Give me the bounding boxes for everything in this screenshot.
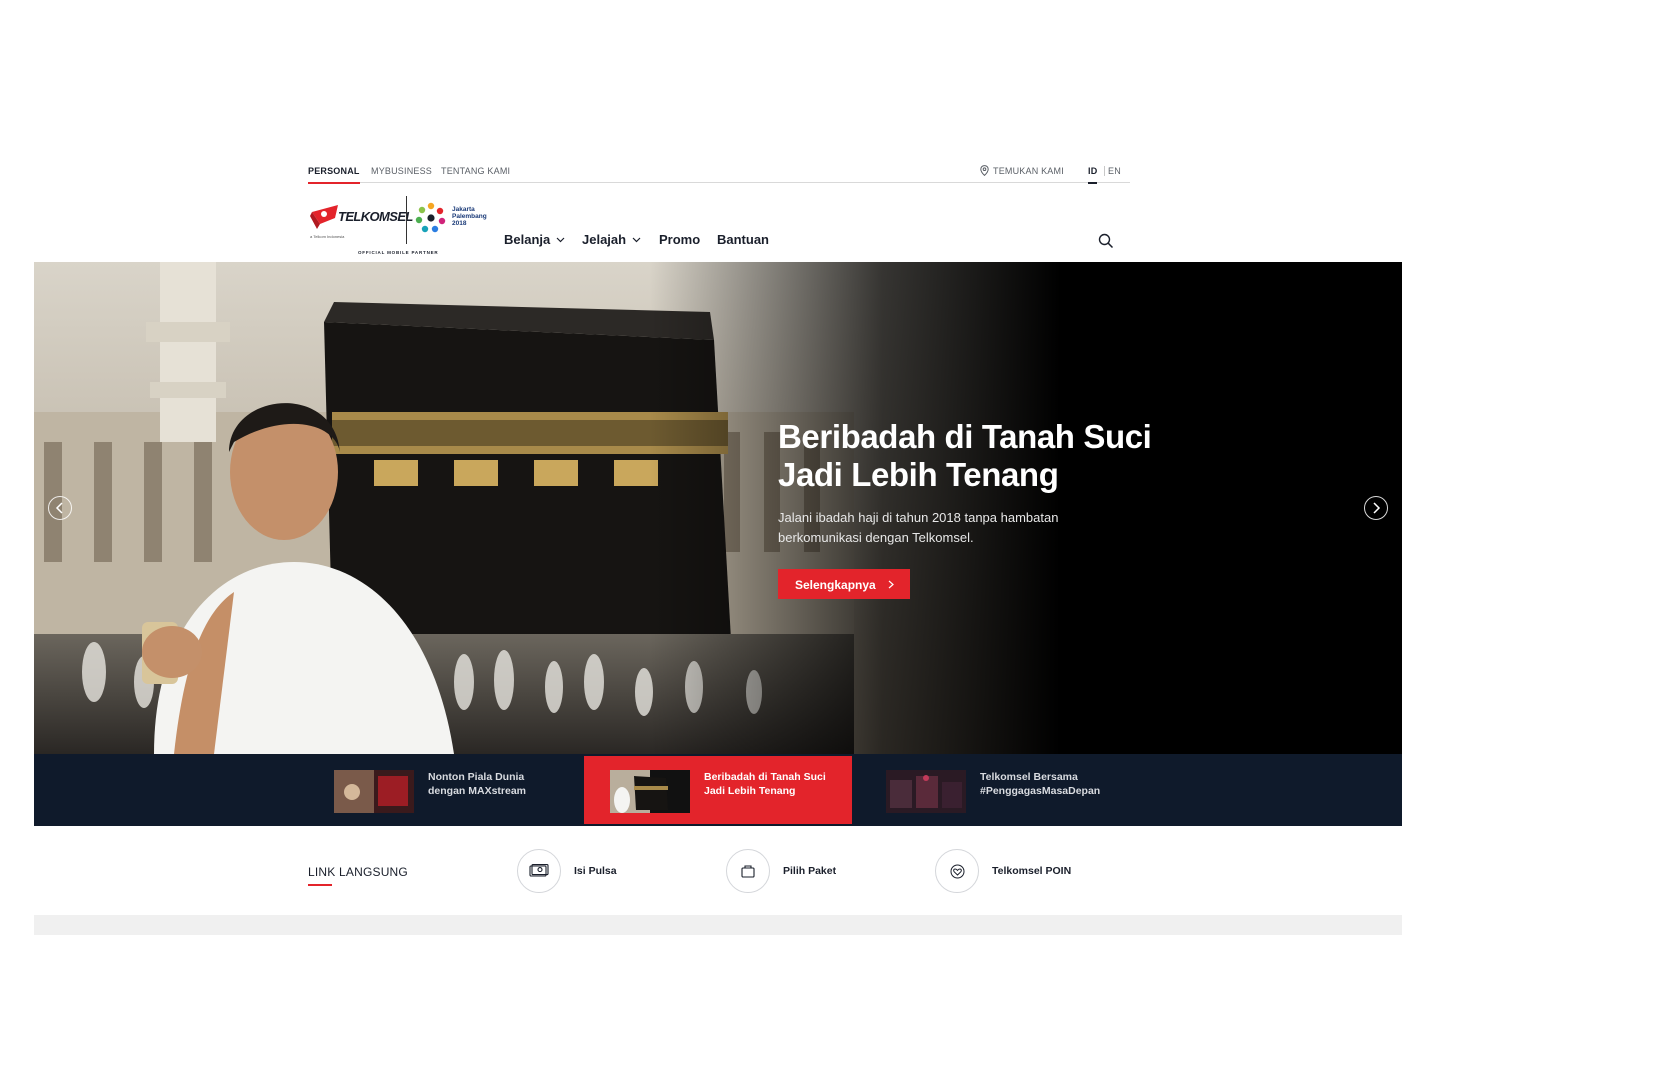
hero-subtitle-line1: Jalani ibadah haji di tahun 2018 tanpa h… xyxy=(778,510,1059,525)
nav-belanja-label: Belanja xyxy=(504,232,551,247)
lang-en[interactable]: EN xyxy=(1108,166,1121,176)
carousel-item-piala-dunia[interactable]: Nonton Piala Dunia dengan MAXstream xyxy=(308,756,576,824)
carousel-thumbnail xyxy=(610,770,690,813)
find-us-link[interactable]: TEMUKAN KAMI xyxy=(980,165,1064,176)
carousel-thumbnail xyxy=(334,770,414,813)
quick-link-isi-pulsa[interactable]: Isi Pulsa xyxy=(517,849,617,893)
hero-subtitle: Jalani ibadah haji di tahun 2018 tanpa h… xyxy=(778,508,1108,548)
location-pin-icon xyxy=(980,165,989,176)
topbar-link-tentang-kami[interactable]: TENTANG KAMI xyxy=(441,166,510,176)
chevron-left-icon xyxy=(55,502,63,514)
topbar-link-mybusiness[interactable]: MYBUSINESS xyxy=(371,166,432,176)
quick-link-label: Isi Pulsa xyxy=(574,865,617,877)
brand-parent: a Telkom Indonesia xyxy=(310,234,345,239)
heart-icon xyxy=(950,864,964,878)
chevron-right-icon xyxy=(888,580,894,589)
event-line2: Palembang xyxy=(452,213,487,220)
carousel-item-text: Nonton Piala Dunia dengan MAXstream xyxy=(428,770,568,798)
chevron-right-icon xyxy=(1373,502,1381,514)
hero-cta-button[interactable]: Selengkapnya xyxy=(778,569,910,599)
top-utility-bar: PERSONAL MYBUSINESS TENTANG KAMI TEMUKAN… xyxy=(308,158,1130,184)
carousel-thumbnail xyxy=(886,770,966,813)
carousel-item-line2: #PenggagasMasaDepan xyxy=(980,785,1101,797)
carousel-item-text: Beribadah di Tanah Suci Jadi Lebih Tenan… xyxy=(704,770,844,798)
quick-link-icon-wrap xyxy=(935,849,979,893)
carousel-strip: Nonton Piala Dunia dengan MAXstream Beri… xyxy=(34,754,1402,826)
carousel-prev-button[interactable] xyxy=(48,496,72,520)
quick-link-label: Pilih Paket xyxy=(783,865,837,877)
nav-promo[interactable]: Promo xyxy=(659,232,700,247)
package-icon xyxy=(741,864,755,878)
brand-logo[interactable]: TELKOMSEL a Telkom Indonesia Jakarta Pal… xyxy=(308,196,493,258)
carousel-item-line2: dengan MAXstream xyxy=(428,785,527,797)
hero-image xyxy=(34,262,1402,754)
quick-link-icon-wrap xyxy=(517,849,561,893)
search-icon[interactable] xyxy=(1098,233,1114,249)
hero-subtitle-line2: berkomunikasi dengan Telkomsel. xyxy=(778,530,974,545)
quick-link-label: Telkomsel POIN xyxy=(992,865,1072,877)
hero-banner xyxy=(34,262,1402,754)
carousel-item-line1: Nonton Piala Dunia xyxy=(428,771,525,783)
find-us-label: TEMUKAN KAMI xyxy=(993,165,1064,176)
topbar-link-personal[interactable]: PERSONAL xyxy=(308,166,360,184)
quick-link-telkomsel-poin[interactable]: Telkomsel POIN xyxy=(935,849,1071,893)
telkomsel-logo-icon xyxy=(310,205,338,229)
event-line1: Jakarta xyxy=(452,206,475,213)
carousel-next-button[interactable] xyxy=(1364,496,1388,520)
carousel-item-penggagas[interactable]: Telkomsel Bersama #PenggagasMasaDepan xyxy=(860,756,1128,824)
brand-tagline: OFFICIAL MOBILE PARTNER xyxy=(358,250,439,255)
lang-id[interactable]: ID xyxy=(1088,166,1098,184)
quick-link-pilih-paket[interactable]: Pilih Paket xyxy=(726,849,836,893)
section-divider-band xyxy=(34,915,1402,935)
chevron-down-icon xyxy=(632,237,641,242)
quick-links-label: LINK LANGSUNG xyxy=(308,865,408,879)
carousel-item-line2: Jadi Lebih Tenang xyxy=(704,785,796,797)
hero-cta-label: Selengkapnya xyxy=(795,578,876,592)
money-icon xyxy=(529,864,549,877)
hero-title-line2: Jadi Lebih Tenang xyxy=(778,456,1059,493)
quick-links-underline xyxy=(308,884,332,886)
hero-title: Beribadah di Tanah Suci Jadi Lebih Tenan… xyxy=(778,418,1158,494)
chevron-down-icon xyxy=(556,237,565,242)
nav-jelajah[interactable]: Jelajah xyxy=(582,232,641,247)
carousel-item-text: Telkomsel Bersama #PenggagasMasaDepan xyxy=(980,770,1120,798)
asian-games-emblem-icon xyxy=(415,202,446,233)
hero-title-line1: Beribadah di Tanah Suci xyxy=(778,418,1152,455)
quick-link-icon-wrap xyxy=(726,849,770,893)
carousel-item-line1: Telkomsel Bersama xyxy=(980,771,1078,783)
nav-belanja[interactable]: Belanja xyxy=(504,232,565,247)
nav-jelajah-label: Jelajah xyxy=(582,232,627,247)
event-year: 2018 xyxy=(452,220,467,227)
carousel-item-line1: Beribadah di Tanah Suci xyxy=(704,771,826,783)
carousel-item-tanah-suci[interactable]: Beribadah di Tanah Suci Jadi Lebih Tenan… xyxy=(584,756,852,824)
lang-divider xyxy=(1104,166,1105,176)
nav-bantuan[interactable]: Bantuan xyxy=(717,232,769,247)
brand-name: TELKOMSEL xyxy=(338,209,413,224)
logo-divider xyxy=(406,196,407,244)
